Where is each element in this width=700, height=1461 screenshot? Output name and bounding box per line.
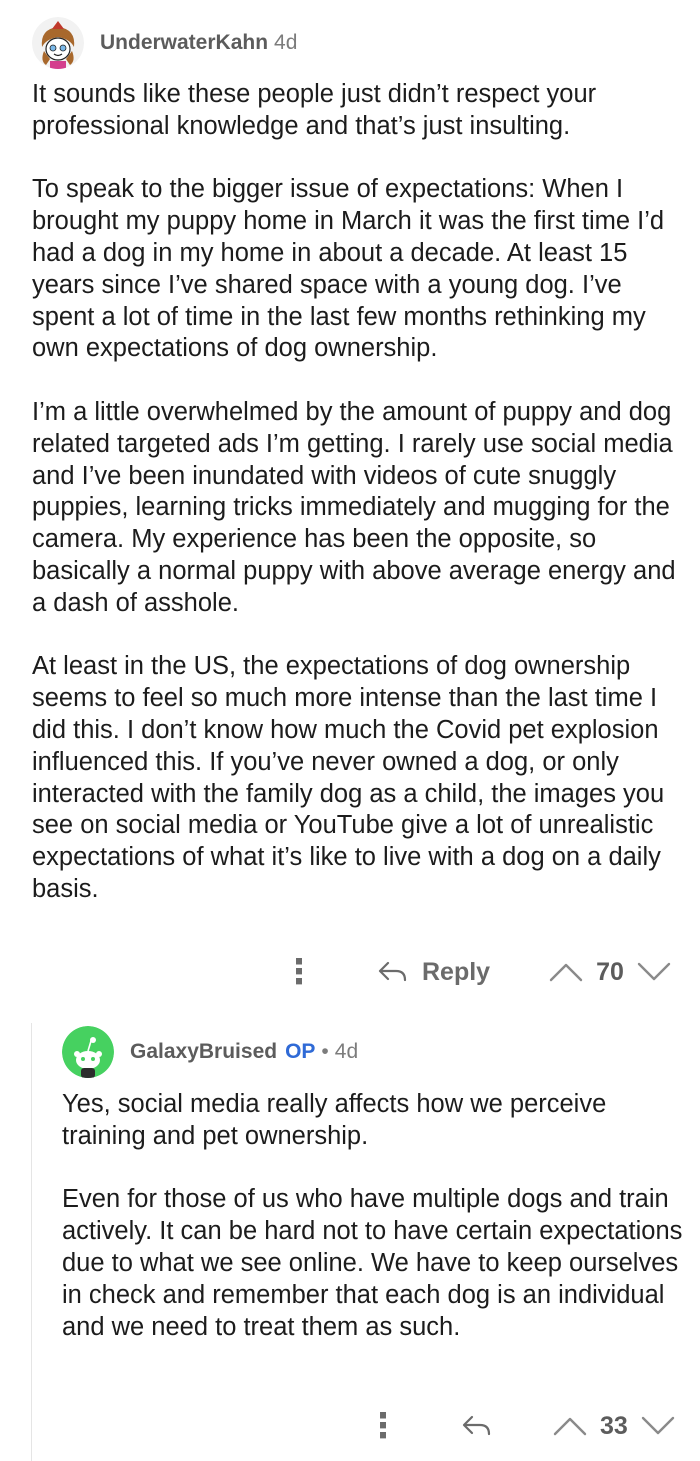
reply-body: Yes, social media really affects how we … [62,1089,690,1343]
comment-body: It sounds like these people just didn’t … [32,79,682,906]
downvote-chevron-icon [637,962,671,981]
comment-paragraph: Even for those of us who have multiple d… [62,1185,683,1341]
vote-controls: 70 [548,958,672,987]
comment-actions: ⋮ Reply 70 [282,952,672,992]
thread-line[interactable] [31,1023,32,1461]
reply-label: Reply [422,957,491,986]
comment-paragraph: Yes, social media really affects how we … [62,1090,607,1150]
upvote-chevron-icon [553,1417,587,1436]
reply-button[interactable] [462,1414,492,1438]
reply-arrow-icon [462,1415,491,1436]
user-avatar[interactable] [32,17,84,69]
comment-header: UnderwaterKahn 4d [32,17,297,69]
downvote-button[interactable] [640,1415,676,1437]
upvote-button[interactable] [548,961,584,983]
username[interactable]: UnderwaterKahn [100,31,268,55]
reply-header: GalaxyBruised OP • 4d [62,1026,358,1078]
more-options-button[interactable]: ⋮ [366,1409,400,1443]
snoo-avatar-icon [62,1026,114,1078]
meta-separator: • [321,1040,329,1063]
snoo-avatar-icon [32,17,84,69]
comment-paragraph: I’m a little overwhelmed by the amount o… [32,397,676,617]
comment-age: 4d [334,1040,359,1063]
vote-score: 33 [600,1411,628,1440]
downvote-chevron-icon [641,1416,675,1435]
upvote-button[interactable] [552,1415,588,1437]
more-options-button[interactable]: ⋮ [282,955,316,989]
comment-paragraph: At least in the US, the expectations of … [32,652,665,903]
username[interactable]: GalaxyBruised [130,1040,277,1064]
comment-paragraph: To speak to the bigger issue of expectat… [32,175,665,363]
vote-score: 70 [596,957,624,986]
user-avatar[interactable] [62,1026,114,1078]
reply-button[interactable]: Reply [378,958,490,987]
downvote-button[interactable] [636,961,672,983]
vote-controls: 33 [552,1412,676,1441]
upvote-chevron-icon [549,963,583,982]
comment-age: 4d [274,31,298,54]
reply-actions: ⋮ 33 [366,1406,676,1446]
op-badge: OP [285,1040,316,1063]
comment-paragraph: It sounds like these people just didn’t … [32,80,597,140]
reply-arrow-icon [378,961,407,982]
